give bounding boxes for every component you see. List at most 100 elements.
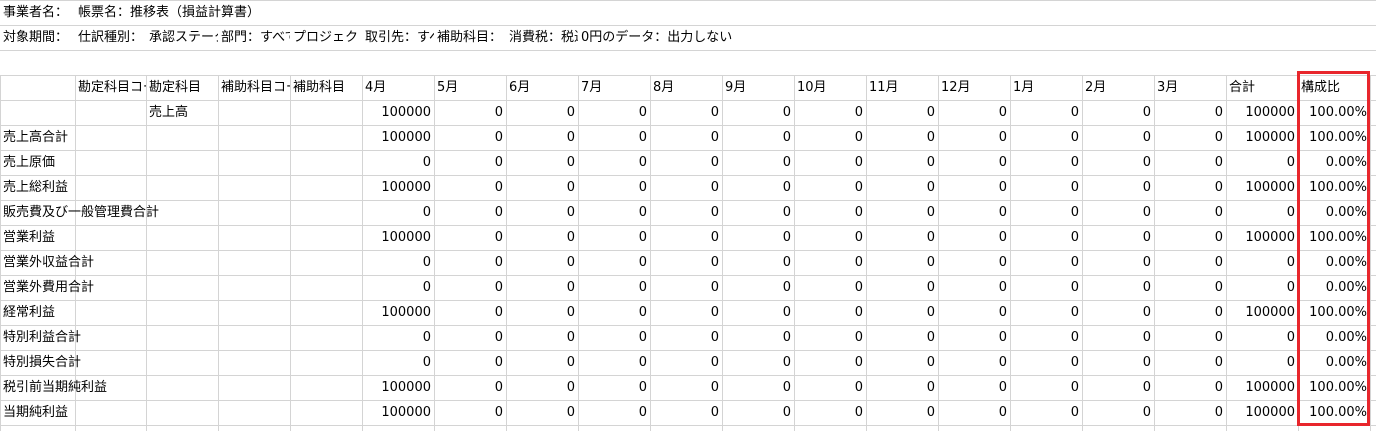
- amount-cell[interactable]: 0: [1154, 150, 1226, 175]
- amount-cell[interactable]: 0: [362, 150, 434, 175]
- account-label-cell[interactable]: 特別損失合計: [0, 350, 81, 375]
- amount-cell[interactable]: 0: [1082, 400, 1154, 425]
- amount-cell[interactable]: 0: [506, 225, 578, 250]
- column-header[interactable]: 6月: [506, 75, 578, 100]
- filter-meta-cell[interactable]: 取引先：すべて: [362, 25, 434, 50]
- composition-ratio-cell[interactable]: 100.00%: [1298, 300, 1370, 325]
- amount-cell[interactable]: 0: [722, 200, 794, 225]
- amount-cell[interactable]: 0: [650, 400, 722, 425]
- amount-cell[interactable]: 0: [1010, 175, 1082, 200]
- composition-ratio-cell[interactable]: 0.00%: [1298, 250, 1370, 275]
- amount-cell[interactable]: 0: [578, 200, 650, 225]
- amount-cell[interactable]: 0: [938, 200, 1010, 225]
- column-header[interactable]: 補助科目コード: [218, 75, 290, 100]
- amount-cell[interactable]: 0: [434, 175, 506, 200]
- amount-cell[interactable]: 0: [866, 400, 938, 425]
- amount-cell[interactable]: 0: [650, 375, 722, 400]
- amount-cell[interactable]: 0: [434, 125, 506, 150]
- amount-cell[interactable]: 0: [434, 225, 506, 250]
- amount-cell[interactable]: 0: [650, 350, 722, 375]
- amount-cell[interactable]: 0: [650, 150, 722, 175]
- amount-cell[interactable]: 0: [866, 150, 938, 175]
- amount-cell[interactable]: 0: [1010, 125, 1082, 150]
- amount-cell[interactable]: 0: [434, 325, 506, 350]
- filter-meta-cell[interactable]: 補助科目：: [434, 25, 506, 50]
- composition-ratio-cell[interactable]: 100.00%: [1298, 175, 1370, 200]
- column-header[interactable]: 合計: [1226, 75, 1298, 100]
- report-meta-cell[interactable]: 帳票名：推移表（損益計算書）: [75, 0, 475, 25]
- amount-cell[interactable]: 0: [362, 275, 434, 300]
- amount-cell[interactable]: 0: [506, 275, 578, 300]
- amount-cell[interactable]: 0: [722, 400, 794, 425]
- amount-cell[interactable]: 0: [938, 250, 1010, 275]
- amount-cell[interactable]: 0: [578, 125, 650, 150]
- amount-cell[interactable]: 0: [506, 200, 578, 225]
- column-header[interactable]: [0, 75, 75, 100]
- composition-ratio-cell[interactable]: 0.00%: [1298, 150, 1370, 175]
- amount-cell[interactable]: 0: [434, 300, 506, 325]
- amount-cell[interactable]: 0: [506, 300, 578, 325]
- amount-cell[interactable]: 0: [1154, 275, 1226, 300]
- amount-cell[interactable]: 0: [1154, 200, 1226, 225]
- composition-ratio-cell[interactable]: 0.00%: [1298, 275, 1370, 300]
- column-header[interactable]: 12月: [938, 75, 1010, 100]
- composition-ratio-cell[interactable]: 100.00%: [1298, 125, 1370, 150]
- amount-cell[interactable]: 0: [1010, 200, 1082, 225]
- amount-cell[interactable]: 0: [1082, 200, 1154, 225]
- amount-cell[interactable]: 0: [1010, 150, 1082, 175]
- amount-cell[interactable]: 0: [506, 150, 578, 175]
- amount-cell[interactable]: 0: [866, 350, 938, 375]
- amount-cell[interactable]: 0: [1154, 175, 1226, 200]
- amount-cell[interactable]: 0: [1082, 250, 1154, 275]
- amount-cell[interactable]: 0: [1082, 150, 1154, 175]
- amount-cell[interactable]: 0: [722, 225, 794, 250]
- amount-cell[interactable]: 0: [1082, 300, 1154, 325]
- account-name-cell[interactable]: 売上高: [146, 100, 218, 125]
- account-label-cell[interactable]: 売上総利益: [0, 175, 75, 200]
- amount-cell[interactable]: 0: [578, 400, 650, 425]
- account-label-cell[interactable]: 営業外収益合計: [0, 250, 94, 275]
- amount-cell[interactable]: 0: [1010, 400, 1082, 425]
- amount-cell[interactable]: 0: [938, 325, 1010, 350]
- amount-cell[interactable]: 0: [578, 350, 650, 375]
- amount-cell[interactable]: 0: [578, 325, 650, 350]
- amount-cell[interactable]: 100000: [362, 125, 434, 150]
- amount-cell[interactable]: 100000: [362, 100, 434, 125]
- filter-meta-cell[interactable]: 部門：すべて: [218, 25, 290, 50]
- amount-cell[interactable]: 0: [578, 150, 650, 175]
- account-label-cell[interactable]: 販売費及び一般管理費合計: [0, 200, 159, 225]
- amount-cell[interactable]: 0: [866, 300, 938, 325]
- amount-cell[interactable]: 0: [578, 100, 650, 125]
- total-cell[interactable]: 100000: [1226, 375, 1298, 400]
- total-cell[interactable]: 0: [1226, 250, 1298, 275]
- amount-cell[interactable]: 0: [794, 325, 866, 350]
- composition-ratio-cell[interactable]: 0.00%: [1298, 350, 1370, 375]
- amount-cell[interactable]: 0: [866, 125, 938, 150]
- amount-cell[interactable]: 0: [650, 275, 722, 300]
- amount-cell[interactable]: 0: [650, 250, 722, 275]
- amount-cell[interactable]: 0: [1082, 350, 1154, 375]
- amount-cell[interactable]: 0: [938, 175, 1010, 200]
- amount-cell[interactable]: 0: [578, 275, 650, 300]
- amount-cell[interactable]: 0: [1154, 325, 1226, 350]
- total-cell[interactable]: 100000: [1226, 175, 1298, 200]
- amount-cell[interactable]: 0: [362, 200, 434, 225]
- amount-cell[interactable]: 0: [578, 175, 650, 200]
- column-header[interactable]: 1月: [1010, 75, 1082, 100]
- filter-meta-cell[interactable]: 消費税：税込: [506, 25, 578, 50]
- amount-cell[interactable]: 0: [794, 275, 866, 300]
- total-cell[interactable]: 100000: [1226, 225, 1298, 250]
- composition-ratio-cell[interactable]: 0.00%: [1298, 200, 1370, 225]
- amount-cell[interactable]: 100000: [362, 225, 434, 250]
- amount-cell[interactable]: 0: [1082, 225, 1154, 250]
- amount-cell[interactable]: 0: [866, 275, 938, 300]
- account-label-cell[interactable]: 経常利益: [0, 300, 75, 325]
- amount-cell[interactable]: 0: [794, 200, 866, 225]
- amount-cell[interactable]: 0: [650, 175, 722, 200]
- amount-cell[interactable]: 0: [506, 125, 578, 150]
- report-meta-cell[interactable]: 事業者名：: [0, 0, 75, 25]
- amount-cell[interactable]: 0: [1154, 400, 1226, 425]
- composition-ratio-cell[interactable]: 100.00%: [1298, 100, 1370, 125]
- total-cell[interactable]: 100000: [1226, 300, 1298, 325]
- amount-cell[interactable]: 0: [722, 100, 794, 125]
